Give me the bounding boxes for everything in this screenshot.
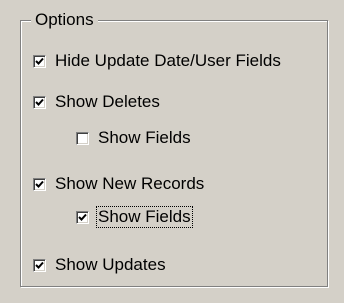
checkbox-label: Hide Update Date/User Fields	[55, 51, 281, 70]
hide-update-date-user-fields-checkbox[interactable]: Hide Update Date/User Fields	[33, 51, 282, 71]
checkmark-icon	[35, 57, 44, 65]
show-updates-checkbox[interactable]: Show Updates	[33, 255, 167, 275]
show-new-records-checkbox[interactable]: Show New Records	[33, 174, 205, 194]
checkmark-icon	[78, 213, 87, 221]
checkmark-icon	[35, 261, 44, 269]
checkbox-label: Show Updates	[55, 255, 166, 274]
options-group-title: Options	[31, 10, 98, 30]
show-deletes-checkbox[interactable]: Show Deletes	[33, 92, 161, 112]
checkbox-box[interactable]	[33, 177, 46, 191]
checkmark-icon	[35, 180, 44, 188]
checkbox-label: Show New Records	[55, 174, 205, 193]
show-deletes-fields-checkbox[interactable]: Show Fields	[76, 128, 192, 148]
checkbox-box[interactable]	[33, 95, 46, 109]
options-groupbox: Options Hide Update Date/User Fields Sho…	[20, 10, 328, 287]
show-new-records-fields-checkbox[interactable]: Show Fields	[76, 206, 193, 228]
checkbox-label: Show Deletes	[55, 92, 160, 111]
checkmark-icon	[35, 98, 44, 106]
checkbox-box[interactable]	[76, 210, 89, 224]
checkbox-box[interactable]	[33, 54, 46, 68]
checkbox-box[interactable]	[76, 131, 89, 145]
checkbox-label: Show Fields	[96, 206, 193, 228]
checkbox-box[interactable]	[33, 258, 46, 272]
checkbox-label: Show Fields	[98, 128, 191, 147]
